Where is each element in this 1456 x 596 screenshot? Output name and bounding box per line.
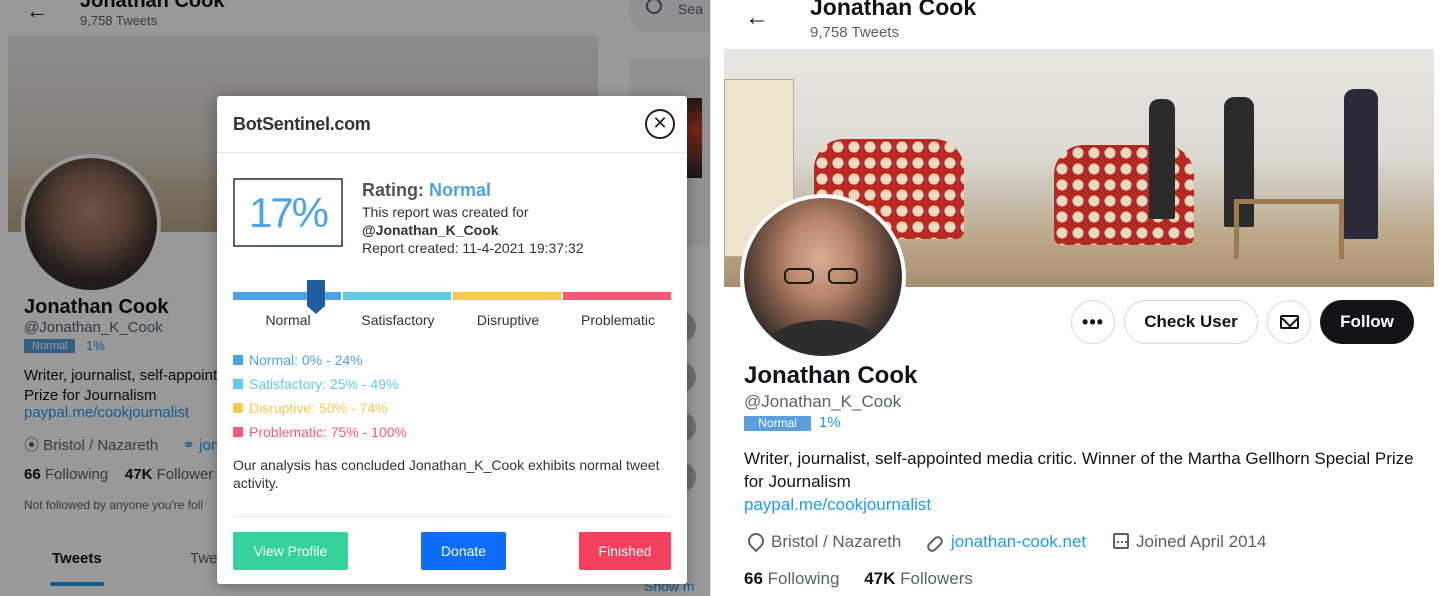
message-button[interactable] [1267,300,1311,344]
location: Bristol / Nazareth [744,529,901,553]
scale-label-satisfactory: Satisfactory [361,312,435,328]
rating-label: Rating: [362,180,424,200]
score-scale-bar [233,292,671,300]
profile-bio: Writer, journalist, self-appointed media… [744,449,1414,491]
close-icon[interactable]: ✕ [645,109,675,139]
profile-name: Jonathan Cook [744,362,918,389]
join-date: Joined April 2014 [1113,532,1266,552]
bio-link[interactable]: paypal.me/cookjournalist [744,495,931,515]
profile-page: ← Jonathan Cook 9,758 Tweets ••• Check U… [710,0,1456,596]
avatar[interactable] [740,194,906,360]
legend-problematic: Problematic: 75% - 100% [233,424,407,440]
modal-title: BotSentinel.com [233,114,371,134]
divider [217,152,687,153]
profile-handle: @Jonathan_K_Cook [744,392,902,411]
followers-link[interactable]: 47K Followers [864,569,973,588]
score-box: 17% [233,178,343,247]
rating-value: Normal [429,180,492,200]
scale-label-disruptive: Disruptive [476,312,540,328]
link-icon [925,534,945,554]
report-line: This report was created for [362,204,529,220]
score-marker [307,280,326,314]
back-arrow-icon[interactable]: ← [745,4,769,32]
report-created: Report created: 11-4-2021 19:37:32 [362,240,584,256]
view-profile-button[interactable]: View Profile [233,532,348,570]
more-options-button[interactable]: ••• [1071,300,1115,344]
website-link[interactable]: jonathan-cook.net [925,532,1086,554]
divider [233,516,671,517]
scale-segment-disruptive [453,292,561,300]
botsentinel-modal: BotSentinel.com ✕ 17% Rating: Normal Thi… [217,96,687,584]
follow-button[interactable]: Follow [1320,300,1414,344]
header-tweet-count: 9,758 Tweets [810,24,899,41]
legend-satisfactory: Satisfactory: 25% - 49% [233,376,398,392]
calendar-icon [1113,533,1129,549]
donate-button[interactable]: Donate [421,532,506,570]
scale-label-problematic: Problematic [581,312,655,328]
following-link[interactable]: 66 Following [744,569,839,588]
check-user-button[interactable]: Check User [1124,300,1258,344]
location-pin-icon [744,529,768,553]
panel-divider [710,0,711,596]
legend-normal: Normal: 0% - 24% [233,352,363,368]
mail-icon [1280,315,1299,329]
scale-segment-problematic [563,292,671,300]
rating: Rating: Normal [362,180,491,201]
finished-button[interactable]: Finished [579,532,671,570]
header-name: Jonathan Cook [810,0,977,20]
report-handle: @Jonathan_K_Cook [362,222,499,238]
analysis-conclusion: Our analysis has concluded Jonathan_K_Co… [233,457,660,491]
bot-score-percent: 1% [819,414,841,431]
scale-label-normal: Normal [265,312,311,328]
follow-stats: 66 Following 47K Followers [744,569,973,589]
legend-disruptive: Disruptive: 50% - 74% [233,400,388,416]
bot-status-badge[interactable]: Normal [744,416,811,431]
scale-segment-satisfactory [343,292,451,300]
